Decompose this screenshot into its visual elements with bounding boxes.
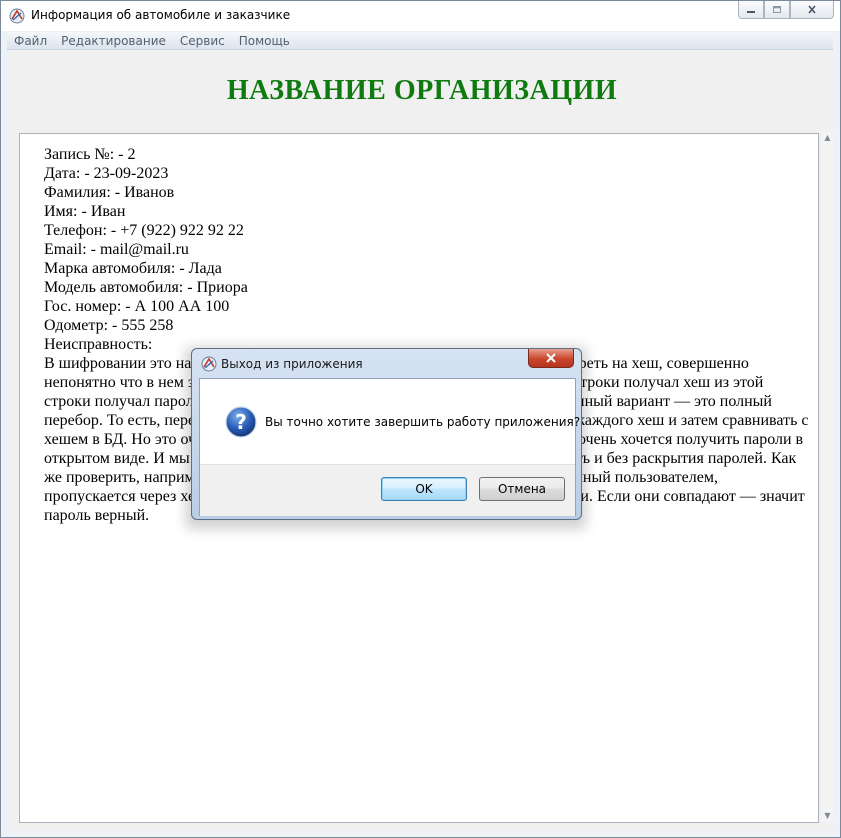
record-date: Дата: - 23-09-2023: [44, 165, 169, 182]
record-name: Имя: - Иван: [44, 203, 126, 220]
title-bar: Информация об автомобиле и заказчике: [1, 1, 840, 31]
dialog-message: Вы точно хотите завершить работу приложе…: [265, 415, 581, 429]
dialog-title: Выход из приложения: [221, 357, 363, 371]
vertical-scrollbar[interactable]: ▲ ▼: [822, 132, 833, 822]
menu-help[interactable]: Помощь: [232, 34, 297, 48]
record-car-model: Модель автомобиля: - Приора: [44, 279, 248, 296]
record-number: Запись №: - 2: [44, 146, 136, 163]
svg-text:?: ?: [235, 410, 247, 434]
window-title: Информация об автомобиле и заказчике: [31, 8, 291, 22]
scroll-up-icon[interactable]: ▲: [822, 132, 833, 144]
maximize-icon: [773, 6, 781, 13]
window-controls: [738, 1, 834, 20]
ok-button[interactable]: OK: [381, 477, 467, 501]
menu-service[interactable]: Сервис: [173, 34, 232, 48]
menu-edit[interactable]: Редактирование: [54, 34, 173, 48]
menu-bar: Файл Редактирование Сервис Помощь: [7, 32, 833, 50]
scroll-down-icon[interactable]: ▼: [822, 810, 833, 822]
record-plate: Гос. номер: - А 100 АА 100: [44, 298, 230, 315]
close-icon: [546, 353, 556, 363]
question-icon: ?: [225, 406, 257, 438]
dialog-footer: OK Отмена: [200, 464, 575, 516]
record-odometer: Одометр: - 555 258: [44, 317, 174, 334]
close-icon: [808, 5, 816, 14]
menu-file[interactable]: Файл: [7, 34, 54, 48]
minimize-icon: [747, 10, 755, 13]
record-surname: Фамилия: - Иванов: [44, 184, 175, 201]
cancel-button[interactable]: Отмена: [479, 477, 565, 501]
dialog-close-button[interactable]: [528, 349, 574, 368]
organization-title: НАЗВАНИЕ ОРГАНИЗАЦИИ: [226, 75, 618, 106]
dialog-body: ? Вы точно хотите завершить работу прило…: [199, 378, 580, 516]
minimize-button[interactable]: [738, 1, 764, 19]
exit-dialog: Выход из приложения ? Вы точно хотите за…: [191, 348, 582, 520]
maximize-button[interactable]: [764, 1, 790, 19]
record-car-brand: Марка автомобиля: - Лада: [44, 260, 222, 277]
app-icon: [9, 8, 25, 24]
close-button[interactable]: [790, 1, 834, 19]
record-phone: Телефон: - +7 (922) 922 92 22: [44, 222, 244, 239]
record-email: Email: - mail@mail.ru: [44, 241, 189, 258]
app-icon: [201, 356, 217, 372]
